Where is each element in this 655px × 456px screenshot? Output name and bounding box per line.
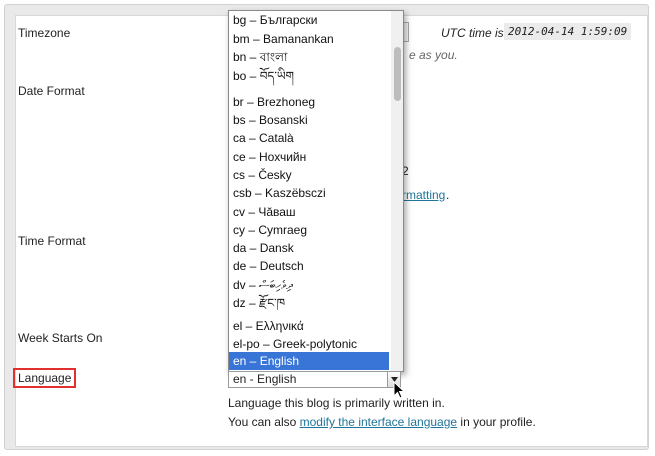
language-option[interactable]: br – Brezhoneg [229, 93, 389, 111]
language-description: Language this blog is primarily written … [228, 396, 445, 410]
language-option[interactable]: de – Deutsch [229, 257, 389, 275]
language-option[interactable]: da – Dansk [229, 239, 389, 257]
language-option[interactable]: cy – Cymraeg [229, 221, 389, 239]
formatting-link-tail: . [446, 188, 450, 202]
dropdown-scrollbar[interactable] [391, 11, 403, 371]
timezone-label: Timezone [18, 26, 71, 40]
language-profile-note: You can also modify the interface langua… [228, 415, 536, 429]
utc-time-value: 2012-04-14 1:59:09 [504, 23, 632, 40]
time-format-label: Time Format [18, 234, 86, 248]
language-option[interactable]: csb – Kaszëbsczi [229, 184, 389, 202]
date-format-label: Date Format [18, 84, 85, 98]
week-starts-on-label: Week Starts On [18, 331, 103, 345]
timezone-hint: e as you. [409, 48, 458, 62]
modify-interface-language-link[interactable]: modify the interface language [300, 415, 457, 429]
language-option[interactable]: bn – বাংলা [229, 48, 389, 66]
language-option[interactable]: dz – རྫོང་ཁ [229, 294, 389, 312]
language-option[interactable]: ca – Català [229, 129, 389, 147]
language-label: Language [13, 368, 77, 388]
language-option[interactable]: cv – Чăваш [229, 203, 389, 221]
language-option[interactable]: dv – ދިވެހިބަސް [229, 276, 389, 294]
profile-note-prefix: You can also [228, 415, 297, 429]
language-option[interactable]: el – Ελληνικά [229, 317, 389, 335]
language-option[interactable]: bo – བོད་ཡིག [229, 67, 389, 85]
language-option[interactable]: cs – Česky [229, 166, 389, 184]
language-option-selected[interactable]: en – English [229, 352, 389, 370]
profile-note-suffix: in your profile. [460, 415, 536, 429]
date-formatting-link[interactable]: rmatting [402, 188, 445, 202]
language-option[interactable]: bs – Bosanski [229, 111, 389, 129]
language-select[interactable]: en - English [228, 371, 388, 388]
language-option[interactable]: el-po – Greek-polytonic [229, 335, 389, 353]
language-dropdown-list[interactable]: bg – Български bm – Bamanankan bn – বাংল… [228, 10, 404, 372]
language-option[interactable]: bm – Bamanankan [229, 30, 389, 48]
utc-time-label: UTC time is [441, 26, 504, 40]
language-option[interactable]: ce – Нохчийн [229, 148, 389, 166]
language-option[interactable]: bg – Български [229, 11, 389, 29]
dropdown-scroll-thumb[interactable] [394, 47, 401, 101]
